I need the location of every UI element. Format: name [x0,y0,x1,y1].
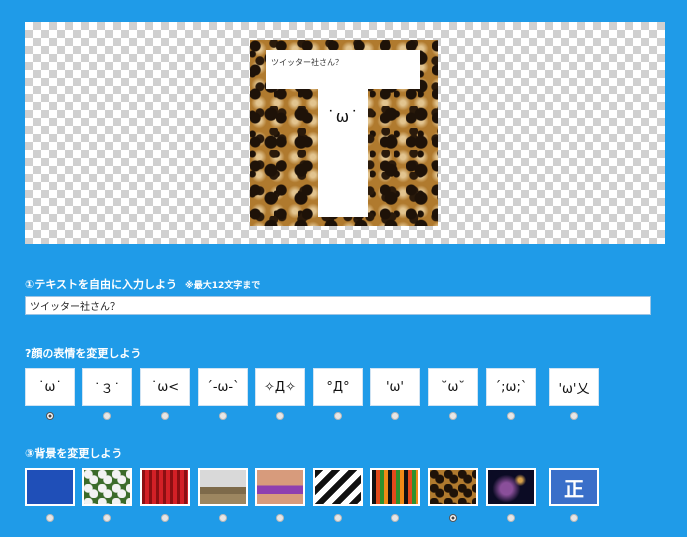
face-option-button[interactable]: ✧Д✧ [255,368,305,406]
preview-face: ˙ω˙ [326,107,360,126]
face-radio[interactable] [449,412,457,420]
background-radio[interactable] [219,514,227,522]
face-radio[interactable] [46,412,54,420]
face-radio[interactable] [103,412,111,420]
face-option-button[interactable]: 'ω'乂 [549,368,599,406]
background-option-colorful-stripes[interactable] [370,468,420,506]
background-radio[interactable] [276,514,284,522]
face-radio[interactable] [507,412,515,420]
background-radio[interactable] [161,514,169,522]
t-shape-top [266,50,420,89]
preview-canvas: ツイッター社さん？ ˙ω˙ [250,40,438,226]
background-option-red-curtain[interactable] [140,468,190,506]
background-radio[interactable] [46,514,54,522]
section3-heading: ③背景を変更しよう [25,447,123,460]
background-option-green-pattern[interactable] [82,468,132,506]
face-option-button[interactable]: °Д° [313,368,363,406]
face-option-button[interactable]: ˘ω˘ [428,368,478,406]
background-option-field-landscape[interactable] [198,468,248,506]
section1-heading: ①テキストを自由に入力しよう ※最大12文字まで [25,276,260,292]
background-option-kanji[interactable]: 正 [549,468,599,506]
section2-heading: ?顔の表情を変更しよう [25,347,142,360]
face-option-button[interactable]: ´;ω;` [486,368,536,406]
face-radio[interactable] [219,412,227,420]
background-option-bikini[interactable] [255,468,305,506]
face-radio[interactable] [276,412,284,420]
face-radio[interactable] [570,412,578,420]
face-radio[interactable] [334,412,342,420]
face-option-button[interactable]: ˙ω< [140,368,190,406]
background-option-blue[interactable] [25,468,75,506]
background-radio[interactable] [507,514,515,522]
preview-caption: ツイッター社さん？ [271,58,343,67]
background-radio[interactable] [449,514,457,522]
face-option-button[interactable]: ˙ω˙ [25,368,75,406]
background-option-leopard[interactable] [428,468,478,506]
section1-note: ※最大12文字まで [184,281,261,291]
background-radio[interactable] [570,514,578,522]
background-option-galaxy[interactable] [486,468,536,506]
background-radio[interactable] [103,514,111,522]
text-input[interactable] [25,296,651,315]
preview-area: ツイッター社さん？ ˙ω˙ [25,22,665,244]
face-option-button[interactable]: ´-ω-` [198,368,248,406]
background-option-black-white-stripes[interactable] [313,468,363,506]
background-radio[interactable] [334,514,342,522]
face-option-button[interactable]: ˙３˙ [82,368,132,406]
kanji-label: 正 [564,476,584,501]
face-radio[interactable] [161,412,169,420]
face-option-button[interactable]: 'ω' [370,368,420,406]
face-radio[interactable] [391,412,399,420]
section1-title: ①テキストを自由に入力しよう [25,278,177,291]
background-radio[interactable] [391,514,399,522]
